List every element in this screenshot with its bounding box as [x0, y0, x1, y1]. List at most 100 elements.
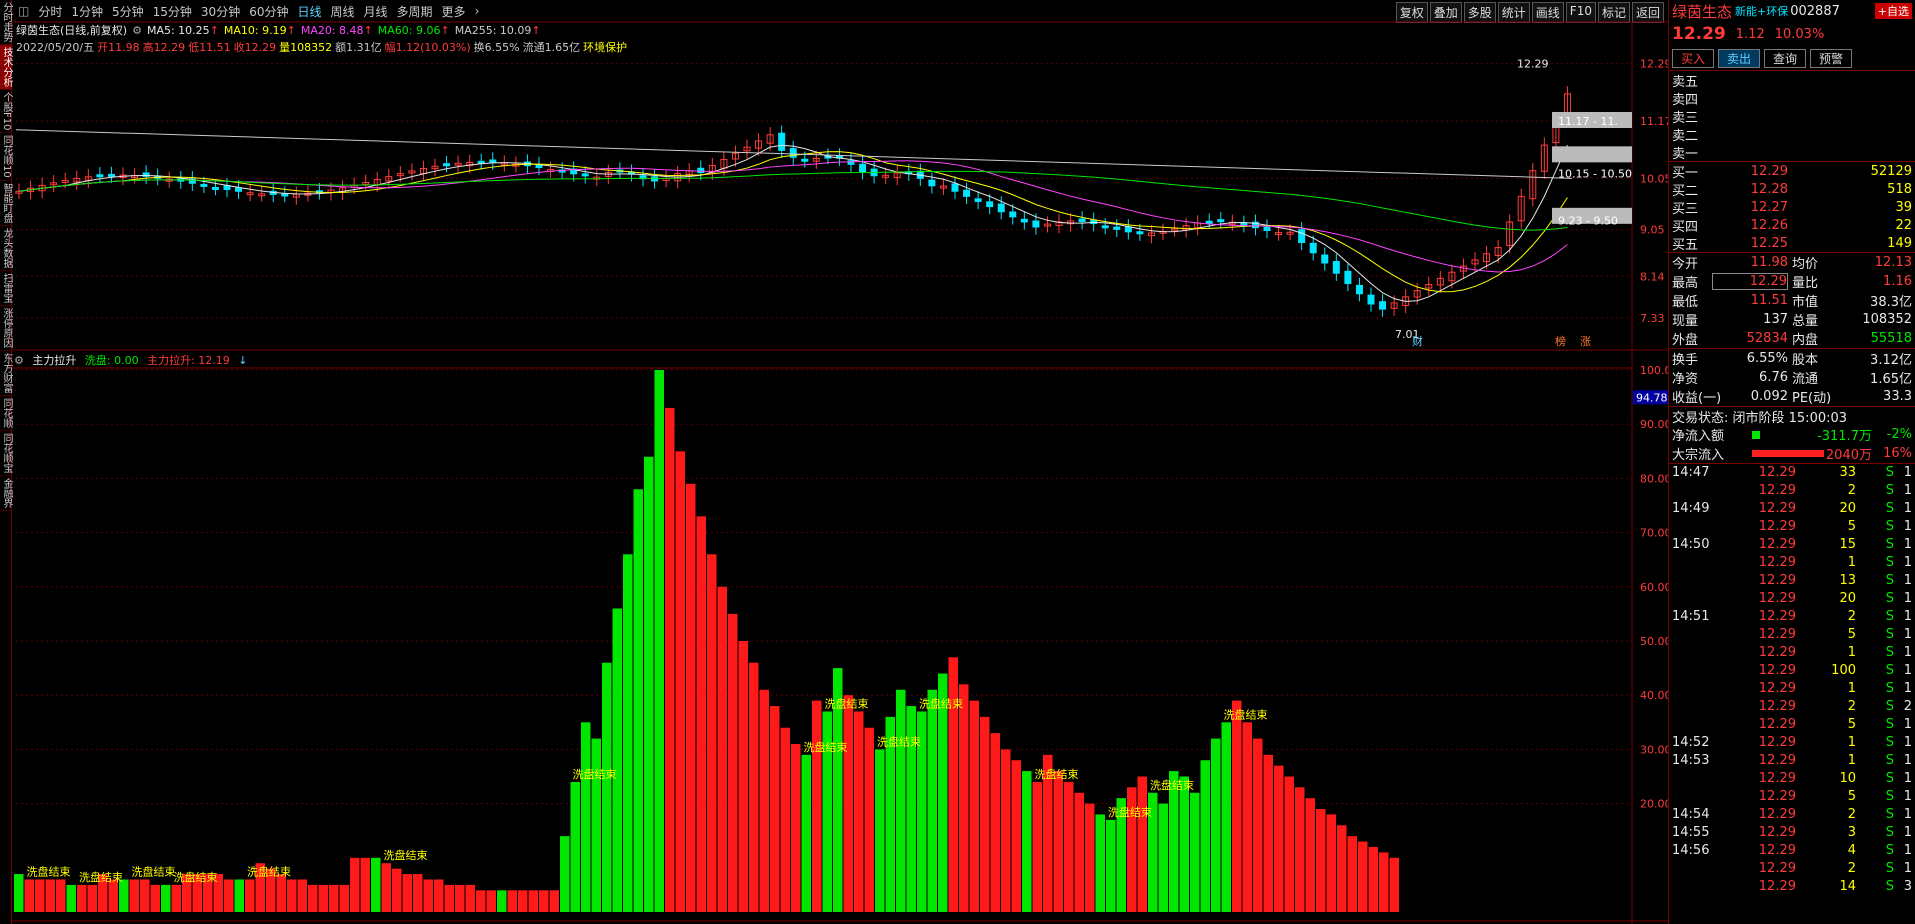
stat-value: 38.3亿 [1870, 295, 1912, 310]
candle-body [96, 174, 104, 178]
trade-s: S [1885, 537, 1894, 552]
trade-row: 12.29 10 S 1 [1669, 770, 1915, 788]
trade-s: S [1885, 735, 1894, 750]
trade-t [1669, 878, 1751, 896]
kline-info-5: 量108352 [279, 41, 333, 54]
indicator-settings-icon[interactable]: ⚙ [14, 354, 24, 367]
trade-v: 5 [1847, 789, 1856, 804]
kline-info-4: 收12.29 [233, 41, 277, 54]
trade-button-3[interactable]: 预警 [1810, 48, 1853, 68]
buy-level-4[interactable]: 买五 12.25 149 [1669, 234, 1915, 253]
ind-tick-label: 50.00 [1640, 635, 1668, 648]
wash-end-label: 洗盘结束 [877, 734, 921, 748]
trade-button-1[interactable]: 卖出 [1718, 48, 1761, 68]
trade-row: 12.29 5 S 1 [1669, 788, 1915, 806]
candle-body [1113, 226, 1121, 230]
indicator-name[interactable]: 主力拉升 [32, 354, 76, 367]
trade-t: 14:55 [1672, 825, 1710, 840]
netflow-bar [1752, 430, 1760, 439]
indicator-bar [665, 407, 675, 912]
sell-level-3[interactable]: 卖二 [1669, 125, 1915, 144]
trade-list[interactable]: 14:47 12.29 33 S 1 12.29 2 S 1 14:49 12.29 20 S 1 12.2… [1669, 463, 1915, 896]
indicator-bar [150, 884, 160, 912]
trade-button-0[interactable]: 买入 [1672, 48, 1715, 68]
left-tab-11[interactable]: 金融界 [0, 476, 12, 512]
trade-p: 12.29 [1758, 483, 1796, 498]
trade-v: 100 [1831, 663, 1856, 678]
price-tick-label: 12.29 [1640, 58, 1668, 71]
settings-icon[interactable]: ⚙ [132, 24, 142, 37]
buy-level-2[interactable]: 买三 12.27 39 [1669, 198, 1915, 217]
left-tab-6[interactable]: 扫雷宝 [0, 271, 12, 307]
trade-row: 14:55 12.29 3 S 1 [1669, 824, 1915, 842]
sector-tag[interactable]: 新能+环保 [1735, 3, 1788, 19]
left-tab-10[interactable]: 同花顺宝 [0, 431, 12, 477]
indicator-bar [728, 613, 738, 912]
indicator-bar [1106, 819, 1116, 912]
sell-level-2[interactable]: 卖三 [1669, 107, 1915, 126]
candle-body [778, 132, 786, 151]
left-tab-5[interactable]: 龙头数据 [0, 226, 12, 272]
buy-level-3[interactable]: 买四 12.26 22 [1669, 216, 1915, 235]
indicator-bar [35, 879, 45, 912]
trade-c: 2 [1903, 699, 1912, 714]
ind-tick-label: 40.00 [1640, 689, 1668, 702]
indicator-bar [633, 489, 643, 912]
kline-info-10: 环境保护 [583, 41, 628, 54]
trade-row: 14:52 12.29 1 S 1 [1669, 734, 1915, 752]
trade-v: 14 [1839, 879, 1856, 894]
kline-info-bar: 绿茵生态(日线,前复权) ⚙ MA5: 10.25↑ MA10: 9.19↑ MA20:… [16, 22, 1616, 56]
wash-end-label: 洗盘结束 [1224, 707, 1268, 721]
left-tab-4[interactable]: 智能盯盘 [0, 181, 12, 227]
candle-body [1205, 220, 1213, 224]
candle-body [697, 167, 705, 174]
indicator-bar [1368, 846, 1378, 912]
kline-info-7: 幅1.12(10.03%) [384, 41, 471, 54]
left-tab-1[interactable]: 技术分析 [0, 45, 12, 90]
left-tab-3[interactable]: 同花顺10 [0, 133, 12, 182]
kline-info-9: 流通1.65亿 [522, 41, 581, 54]
buy-level-1[interactable]: 买二 12.28 518 [1669, 180, 1915, 199]
add-favorite-button[interactable]: +自选 [1874, 3, 1912, 19]
left-tab-7[interactable]: 涨停原因 [0, 306, 12, 352]
candle-body [581, 173, 589, 177]
ma5-line [18, 144, 1568, 302]
trade-c: 1 [1903, 645, 1912, 660]
stat-label: 最低 [1672, 295, 1699, 310]
sell-level-1[interactable]: 卖四 [1669, 89, 1915, 108]
indicator-bar [434, 879, 444, 912]
price-tick-label: 11.17 [1640, 115, 1668, 128]
trade-row: 12.29 1 S 1 [1669, 644, 1915, 662]
trade-s: S [1885, 879, 1894, 894]
trade-v: 1 [1847, 555, 1856, 570]
indicator-bar [1179, 776, 1189, 912]
box-label: 10.15 - 10.50 [1558, 167, 1632, 180]
sell-level-4[interactable]: 卖一 [1669, 143, 1915, 162]
trade-button-2[interactable]: 查询 [1764, 48, 1807, 68]
buy-level-0[interactable]: 买一 12.29 52129 [1669, 162, 1915, 181]
stat-row-4: 外盘 52834 内盘 55518 [1669, 329, 1915, 348]
indicator-bar [1095, 814, 1105, 912]
indicator-bar [843, 695, 853, 912]
candle-body [1217, 219, 1225, 223]
buy-level-label: 买五 [1672, 237, 1699, 253]
trade-t [1669, 644, 1751, 662]
trade-buttons: 买入 卖出 查询 预警 [1669, 46, 1915, 70]
ma20-line [18, 160, 1568, 273]
sell-level-0[interactable]: 卖五 [1669, 71, 1915, 90]
stat-row-2: 最低 11.51 市值 38.3亿 [1669, 291, 1915, 310]
trade-p: 12.29 [1758, 825, 1796, 840]
chart-canvas[interactable]: 12.29 11.17 10.05 9.05 8.14 7.33 11.17 - 11. 10… [12, 0, 1668, 924]
indicator-bar [224, 879, 234, 912]
trade-c: 1 [1903, 483, 1912, 498]
trade-t [1669, 572, 1751, 590]
indicator-bar [969, 700, 979, 912]
left-tab-9[interactable]: 同花顺 [0, 396, 12, 432]
left-tab-8[interactable]: 东方财富 [0, 351, 12, 397]
trade-v: 1 [1847, 645, 1856, 660]
left-tab-0[interactable]: 分时走势 [0, 0, 12, 45]
left-tab-2[interactable]: 个股F10 [0, 90, 12, 134]
indicator-bar [1211, 738, 1221, 912]
ind-tick-label: 70.00 [1640, 527, 1668, 540]
trade-c: 1 [1903, 771, 1912, 786]
